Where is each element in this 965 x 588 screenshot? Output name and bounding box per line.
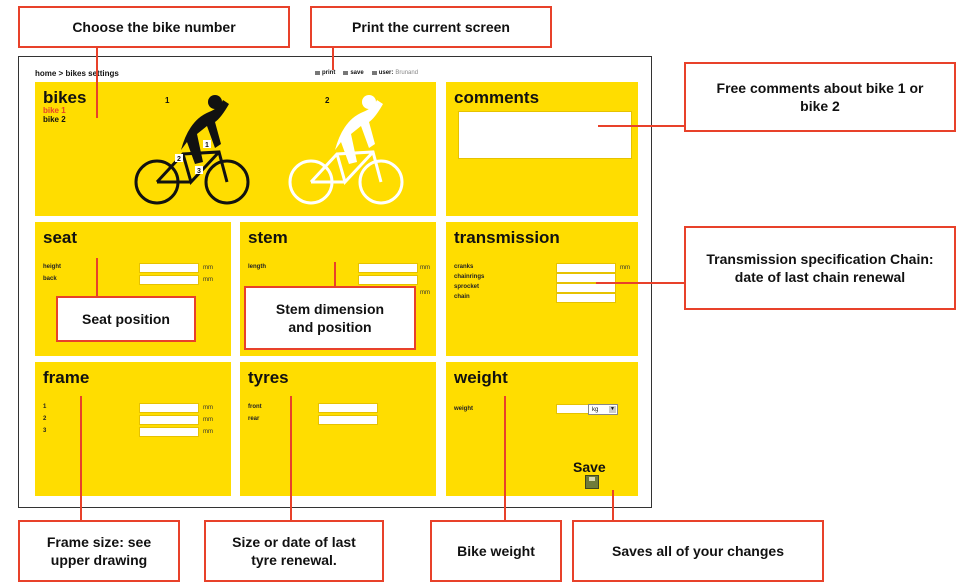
seat-height-label: height [43,264,61,270]
transmission-title: transmission [454,228,560,247]
stem-title: stem [248,228,288,247]
weight-title: weight [454,368,508,387]
frame-3-unit: mm [203,429,213,435]
frame-title: frame [43,368,90,387]
cyclist-2-icon[interactable] [285,92,405,207]
leader-weight [504,396,506,520]
callout-tyres: Size or date of last tyre renewal. [204,520,384,582]
save-button-label[interactable]: Save [573,459,606,475]
frame-3-label: 3 [43,428,47,434]
tyre-front-label: front [248,404,262,410]
seat-height-unit: mm [203,265,213,271]
transmission-panel: transmission cranks mm chainrings sprock… [446,222,638,356]
leader-comments [598,125,684,127]
callout-bike-number: Choose the bike number [18,6,290,48]
weight-unit-value: kg [592,406,599,413]
weight-panel: weight weight [446,362,638,496]
cyclist-1-icon[interactable] [131,92,251,207]
cranks-input[interactable] [556,263,616,273]
print-link[interactable]: print [315,70,335,76]
frame-2-label: 2 [43,416,47,422]
tyres-panel: tyres front rear [240,362,436,496]
user-info: user: Brunand [371,70,419,76]
frame-2-input[interactable] [139,415,199,425]
frame-1-input[interactable] [139,403,199,413]
marker-1: 1 [205,142,209,149]
comments-textarea[interactable] [458,111,632,159]
frame-2-unit: mm [203,417,213,423]
cranks-unit: mm [620,265,630,271]
user-icon [371,71,377,75]
dropdown-arrow-icon: ▼ [609,406,616,413]
leader-bike-number [96,48,98,118]
frame-1-label: 1 [43,404,47,410]
stem-angle-unit: mm [420,290,430,296]
tyres-title: tyres [248,368,289,387]
tyre-rear-input[interactable] [318,415,378,425]
user-label: user: [378,70,394,76]
sprocket-input[interactable] [556,283,616,293]
callout-transmission: Transmission specification Chain: date o… [684,226,956,310]
frame-3-input[interactable] [139,427,199,437]
leader-stem [334,262,336,286]
callout-comments: Free comments about bike 1 or bike 2 [684,62,956,132]
floppy-disk-icon[interactable] [585,475,599,489]
sprocket-label: sprocket [454,284,480,290]
callout-save: Saves all of your changes [572,520,824,582]
disk-icon [343,71,349,75]
leader-seat [96,258,98,296]
cranks-label: cranks [454,264,474,270]
leader-tyres [290,396,292,520]
callout-print: Print the current screen [310,6,552,48]
print-label: print [322,70,336,76]
marker-3: 3 [197,168,201,175]
save-link[interactable]: save [343,70,364,76]
stem-angle-input[interactable] [358,275,418,285]
marker-2: 2 [177,156,181,163]
chainrings-label: chainrings [454,274,485,280]
leader-transmission [596,282,684,284]
tyre-rear-label: rear [248,416,260,422]
callout-frame: Frame size: see upper drawing [18,520,180,582]
weight-label: weight [454,406,473,412]
bike-2-link[interactable]: bike 2 [43,115,66,124]
stem-length-unit: mm [420,265,430,271]
seat-height-input[interactable] [139,263,199,273]
toolbar: print save user: Brunand [315,70,418,76]
callout-weight: Bike weight [430,520,562,582]
tyre-front-input[interactable] [318,403,378,413]
callout-stem: Stem dimension and position [244,286,416,350]
save-label: save [350,70,364,76]
chain-input[interactable] [556,293,616,303]
leader-frame [80,396,82,520]
comments-title: comments [454,88,540,107]
bike-1-link[interactable]: bike 1 [43,106,66,115]
seat-title: seat [43,228,78,247]
chain-label: chain [454,294,470,300]
seat-back-unit: mm [203,277,213,283]
frame-panel: frame 1 mm 2 mm 3 mm [35,362,231,496]
stem-length-input[interactable] [358,263,418,273]
breadcrumb: home > bikes settings [35,69,119,78]
user-name: Brunand [395,70,419,76]
seat-back-label: back [43,276,57,282]
frame-1-unit: mm [203,405,213,411]
printer-icon [315,71,320,75]
leader-save [612,490,614,520]
comments-panel: comments [446,82,638,216]
bikes-title: bikes [43,88,87,107]
weight-unit-select[interactable]: kg ▼ [588,404,618,415]
stem-length-label: length [248,264,266,270]
top-bar: home > bikes settings print save user: Br… [35,67,645,81]
leader-print [332,48,334,70]
seat-back-input[interactable] [139,275,199,285]
callout-seat: Seat position [56,296,196,342]
